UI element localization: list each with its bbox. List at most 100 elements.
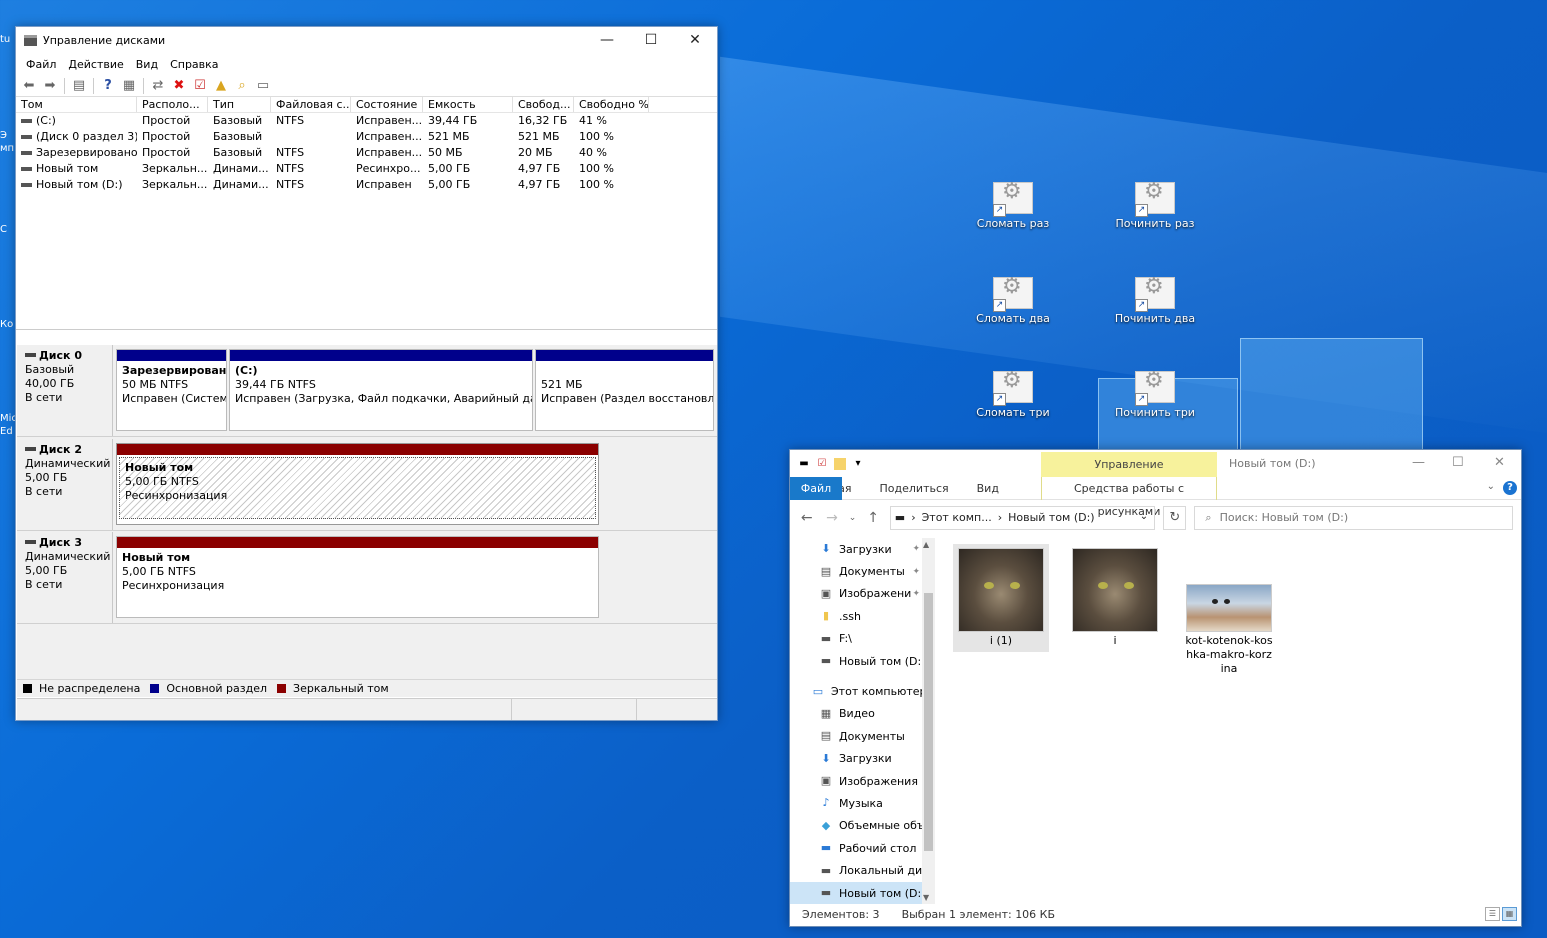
- nav-item[interactable]: ▬ F:\: [790, 628, 922, 650]
- shortcut-fix-two[interactable]: Починить два: [1110, 277, 1200, 326]
- breadcrumb-drive-d[interactable]: Новый том (D:): [1008, 511, 1095, 524]
- nav-item[interactable]: ▬ Новый том (D:): [790, 650, 922, 672]
- column-free-percent[interactable]: Свободно %: [574, 97, 649, 112]
- nav-item[interactable]: ▣ Изображени ✦: [790, 583, 922, 605]
- column-filesystem[interactable]: Файловая с...: [271, 97, 351, 112]
- tab-view[interactable]: Вид: [963, 482, 1013, 495]
- refresh-icon[interactable]: ↻: [1163, 505, 1187, 530]
- nav-item[interactable]: ▬ Новый том (D:): [790, 881, 922, 904]
- disk-3-label[interactable]: Диск 3 Динамический 5,00 ГБ В сети: [17, 532, 113, 623]
- volume-row[interactable]: Новый том (D:) Зеркальн... Динами... NTFS Ис…: [16, 177, 717, 193]
- shortcut-break-one[interactable]: Сломать раз: [968, 182, 1058, 231]
- help-icon[interactable]: ?: [99, 78, 117, 94]
- connect-icon[interactable]: ⇄: [149, 78, 167, 94]
- column-type[interactable]: Тип: [208, 97, 271, 112]
- explorer-title-bar[interactable]: ▬ ☑ ▾ Управление Новый том (D:) — ☐ ✕: [790, 450, 1521, 477]
- disk-0-label[interactable]: Диск 0 Базовый 40,00 ГБ В сети: [17, 345, 113, 436]
- nav-item[interactable]: ▤ Документы ✦: [790, 560, 922, 582]
- menu-file[interactable]: Файл: [20, 58, 62, 71]
- nav-item[interactable]: ▤ Документы: [790, 725, 922, 747]
- partition-reserved[interactable]: Зарезервировано 50 МБ NTFS Исправен (Сис…: [116, 349, 227, 431]
- drive-icon: ▬: [820, 654, 832, 668]
- tab-file[interactable]: Файл: [790, 476, 842, 500]
- title-bar[interactable]: Управление дисками — ☐ ✕: [16, 27, 717, 53]
- nav-item[interactable]: ▬ Рабочий стол: [790, 837, 922, 859]
- minimize-button[interactable]: —: [585, 32, 629, 48]
- recent-locations-icon[interactable]: ⌄: [849, 513, 857, 523]
- partition-recovery[interactable]: 521 МБ Исправен (Раздел восстановлен: [535, 349, 714, 431]
- nav-item[interactable]: ♪ Музыка: [790, 792, 922, 814]
- expand-ribbon-icon[interactable]: ⌄: [1487, 481, 1495, 492]
- shortcut-fix-one[interactable]: Починить раз: [1110, 182, 1200, 231]
- breadcrumb-this-pc[interactable]: Этот комп...: [922, 511, 992, 524]
- maximize-button[interactable]: ☐: [629, 32, 673, 48]
- forward-arrow-icon[interactable]: ➡: [41, 78, 59, 94]
- search-folder-icon[interactable]: ⌕: [233, 78, 251, 94]
- shortcut-fix-three[interactable]: Починить три: [1110, 371, 1200, 420]
- close-button[interactable]: ✕: [673, 32, 717, 48]
- help-icon[interactable]: ?: [1503, 481, 1517, 495]
- nav-item[interactable]: ▮ .ssh: [790, 605, 922, 627]
- context-tab-manage[interactable]: Управление: [1041, 452, 1217, 477]
- delete-icon[interactable]: ✖: [170, 78, 188, 94]
- file-item[interactable]: i (1): [953, 544, 1049, 652]
- gear-shortcut-icon: [993, 277, 1033, 312]
- menu-view[interactable]: Вид: [130, 58, 164, 71]
- navigation-scrollbar[interactable]: ▲ ▼: [922, 538, 935, 904]
- maximize-button[interactable]: ☐: [1452, 455, 1464, 470]
- disk-size: 5,00 ГБ: [25, 564, 68, 577]
- scroll-thumb[interactable]: [924, 593, 933, 851]
- cell-free-percent: 41 %: [579, 114, 607, 127]
- nav-item[interactable]: ⬇ Загрузки ✦: [790, 538, 922, 560]
- address-bar[interactable]: ▬ › Этот комп... › Новый том (D:) ⌄: [889, 505, 1156, 530]
- forward-arrow-icon[interactable]: →: [823, 510, 840, 526]
- new-folder-icon[interactable]: [834, 457, 846, 470]
- search-input[interactable]: ⌕ Поиск: Новый том (D:): [1194, 505, 1514, 530]
- file-item[interactable]: kot-kotenok-koshka-makro-korzina: [1181, 544, 1277, 684]
- folder-up-icon[interactable]: ▲: [212, 78, 230, 94]
- volume-row[interactable]: Новый том Зеркальн... Динами... NTFS Ресинхр…: [16, 161, 717, 177]
- up-arrow-icon[interactable]: ↑: [864, 510, 881, 526]
- check-icon[interactable]: ☑: [191, 78, 209, 94]
- volume-row[interactable]: (Диск 0 раздел 3) Простой Базовый Исправен.…: [16, 129, 717, 145]
- nav-item[interactable]: ▬ Локальный дис: [790, 859, 922, 881]
- details-view-icon[interactable]: ☰: [1485, 907, 1500, 921]
- tab-share[interactable]: Поделиться: [866, 482, 963, 495]
- nav-item[interactable]: ◆ Объемные объ: [790, 815, 922, 837]
- console-tree-icon[interactable]: ▤: [70, 78, 88, 94]
- large-icons-view-icon[interactable]: ▦: [1502, 907, 1517, 921]
- shortcut-break-two[interactable]: Сломать два: [968, 277, 1058, 326]
- column-free[interactable]: Свобод...: [513, 97, 574, 112]
- customize-dropdown-icon[interactable]: ▾: [852, 458, 864, 470]
- shortcut-break-three[interactable]: Сломать три: [968, 371, 1058, 420]
- nav-item[interactable]: ▭ Этот компьютер: [790, 680, 922, 702]
- volume-row[interactable]: (C:) Простой Базовый NTFS Исправен... 39,44 Г…: [16, 113, 717, 129]
- toolbar: ⬅ ➡ ▤ ? ▦ ⇄ ✖ ☑ ▲ ⌕ ▭: [16, 75, 717, 97]
- file-item[interactable]: i: [1067, 544, 1163, 652]
- column-status[interactable]: Состояние: [351, 97, 423, 112]
- scroll-down-icon[interactable]: ▼: [923, 893, 929, 902]
- back-arrow-icon[interactable]: ←: [798, 510, 815, 526]
- back-arrow-icon[interactable]: ⬅: [20, 78, 38, 94]
- close-button[interactable]: ✕: [1494, 455, 1505, 470]
- menu-action[interactable]: Действие: [62, 58, 129, 71]
- column-layout[interactable]: Располо...: [137, 97, 208, 112]
- volume-row[interactable]: Зарезервировано... Простой Базовый NTFS Испр…: [16, 145, 717, 161]
- partition-mirror-disk-2[interactable]: Новый том 5,00 ГБ NTFS Ресинхронизация: [116, 443, 599, 525]
- tab-picture-tools[interactable]: Средства работы с рисунками: [1041, 477, 1217, 518]
- minimize-button[interactable]: —: [1412, 455, 1425, 470]
- partition-c[interactable]: (C:) 39,44 ГБ NTFS Исправен (Загрузка, Ф…: [229, 349, 533, 431]
- disk-2-label[interactable]: Диск 2 Динамический 5,00 ГБ В сети: [17, 439, 113, 530]
- column-capacity[interactable]: Емкость: [423, 97, 513, 112]
- settings-panel-icon[interactable]: ▭: [254, 78, 272, 94]
- scroll-up-icon[interactable]: ▲: [923, 540, 929, 549]
- nav-item[interactable]: ⬇ Загрузки: [790, 748, 922, 770]
- properties-icon[interactable]: ▦: [120, 78, 138, 94]
- column-volume[interactable]: Том: [16, 97, 137, 112]
- properties-check-icon[interactable]: ☑: [816, 458, 828, 470]
- partition-mirror-disk-3[interactable]: Новый том 5,00 ГБ NTFS Ресинхронизация: [116, 536, 599, 618]
- nav-item[interactable]: ▣ Изображения: [790, 770, 922, 792]
- nav-item[interactable]: ▦ Видео: [790, 703, 922, 725]
- menu-help[interactable]: Справка: [164, 58, 224, 71]
- chevron-down-icon[interactable]: ⌄: [1140, 511, 1148, 522]
